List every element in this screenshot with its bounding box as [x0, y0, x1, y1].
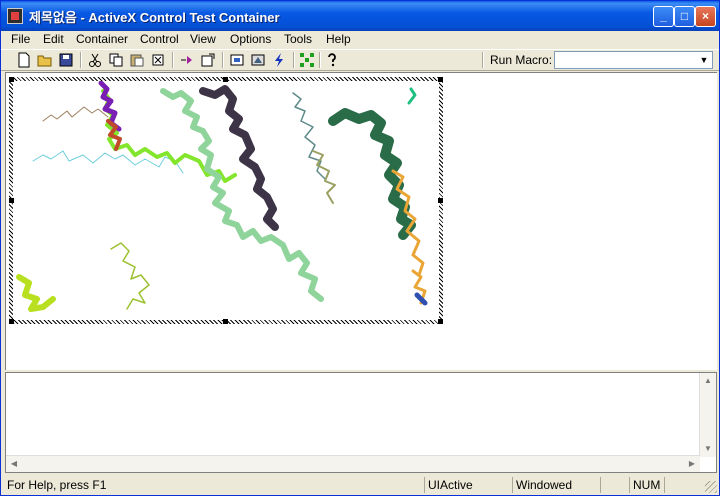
insert-control-icon[interactable]	[179, 52, 195, 68]
close-button[interactable]: ×	[695, 6, 716, 27]
menu-tools[interactable]: Tools	[284, 32, 312, 46]
horizontal-scrollbar[interactable]: ◀ ▶	[6, 455, 700, 472]
resize-handle[interactable]	[438, 319, 443, 324]
menu-control[interactable]: Control	[140, 32, 179, 46]
status-bar: For Help, press F1 UIActive Windowed NUM	[1, 475, 719, 495]
status-num: NUM	[629, 477, 663, 493]
run-macro-combobox[interactable]: ▼	[554, 51, 713, 69]
delete-icon[interactable]	[150, 52, 166, 68]
menu-help[interactable]: Help	[326, 32, 351, 46]
properties-icon[interactable]	[200, 52, 216, 68]
resize-handle[interactable]	[9, 198, 14, 203]
app-window: 제목없음 - ActiveX Control Test Container _ …	[0, 0, 720, 496]
random-walk-drawing	[16, 81, 428, 312]
menu-container[interactable]: Container	[76, 32, 128, 46]
help-icon[interactable]	[324, 52, 340, 68]
status-help-text: For Help, press F1	[7, 478, 107, 492]
window-title: 제목없음 - ActiveX Control Test Container	[29, 10, 280, 25]
save-icon[interactable]	[58, 52, 74, 68]
invoke-methods-icon[interactable]	[229, 52, 245, 68]
resize-handle[interactable]	[9, 77, 14, 82]
status-windowed: Windowed	[512, 477, 598, 493]
app-icon[interactable]	[7, 8, 23, 24]
resize-handle[interactable]	[438, 198, 443, 203]
menu-view[interactable]: View	[190, 32, 216, 46]
events-icon[interactable]	[271, 52, 287, 68]
toolbar-separator	[319, 52, 321, 68]
title-bar[interactable]: 제목없음 - ActiveX Control Test Container _ …	[1, 1, 719, 31]
run-macro-label: Run Macro:	[490, 53, 553, 67]
resize-handle[interactable]	[438, 77, 443, 82]
status-uiactive: UIActive	[424, 477, 510, 493]
ambient-icon[interactable]	[250, 52, 266, 68]
resize-grip-icon[interactable]	[705, 481, 717, 493]
status-scroll-panel	[664, 477, 700, 493]
toolbar-separator	[80, 52, 82, 68]
new-icon[interactable]	[16, 52, 32, 68]
resize-handle[interactable]	[223, 319, 228, 324]
menu-file[interactable]: File	[11, 32, 30, 46]
menu-options[interactable]: Options	[230, 32, 271, 46]
control-frame[interactable]	[9, 77, 443, 324]
resize-handle[interactable]	[223, 77, 228, 82]
design-mode-icon[interactable]	[299, 52, 315, 68]
minimize-button[interactable]: _	[653, 6, 674, 27]
chevron-down-icon[interactable]: ▼	[697, 53, 711, 67]
scroll-right-icon[interactable]: ▶	[684, 456, 700, 472]
cut-icon[interactable]	[87, 52, 103, 68]
toolbar-separator	[293, 52, 295, 68]
maximize-button[interactable]: □	[674, 6, 695, 27]
copy-icon[interactable]	[108, 52, 124, 68]
output-pane[interactable]: ▲ ▼ ◀ ▶	[5, 372, 717, 473]
toolbar-separator	[482, 52, 484, 68]
paste-icon[interactable]	[129, 52, 145, 68]
toolbar-separator	[172, 52, 174, 68]
status-empty-panel	[600, 477, 628, 493]
toolbar: Run Macro: ▼	[1, 49, 719, 71]
menu-edit[interactable]: Edit	[43, 32, 64, 46]
resize-handle[interactable]	[9, 319, 14, 324]
toolbar-separator	[222, 52, 224, 68]
open-icon[interactable]	[37, 52, 53, 68]
scroll-down-icon[interactable]: ▼	[700, 441, 716, 457]
control-canvas[interactable]	[13, 81, 439, 320]
scroll-up-icon[interactable]: ▲	[700, 373, 716, 389]
menu-bar: File Edit Container Control View Options…	[1, 31, 719, 49]
scroll-left-icon[interactable]: ◀	[6, 456, 22, 472]
vertical-scrollbar[interactable]: ▲ ▼	[699, 373, 716, 457]
